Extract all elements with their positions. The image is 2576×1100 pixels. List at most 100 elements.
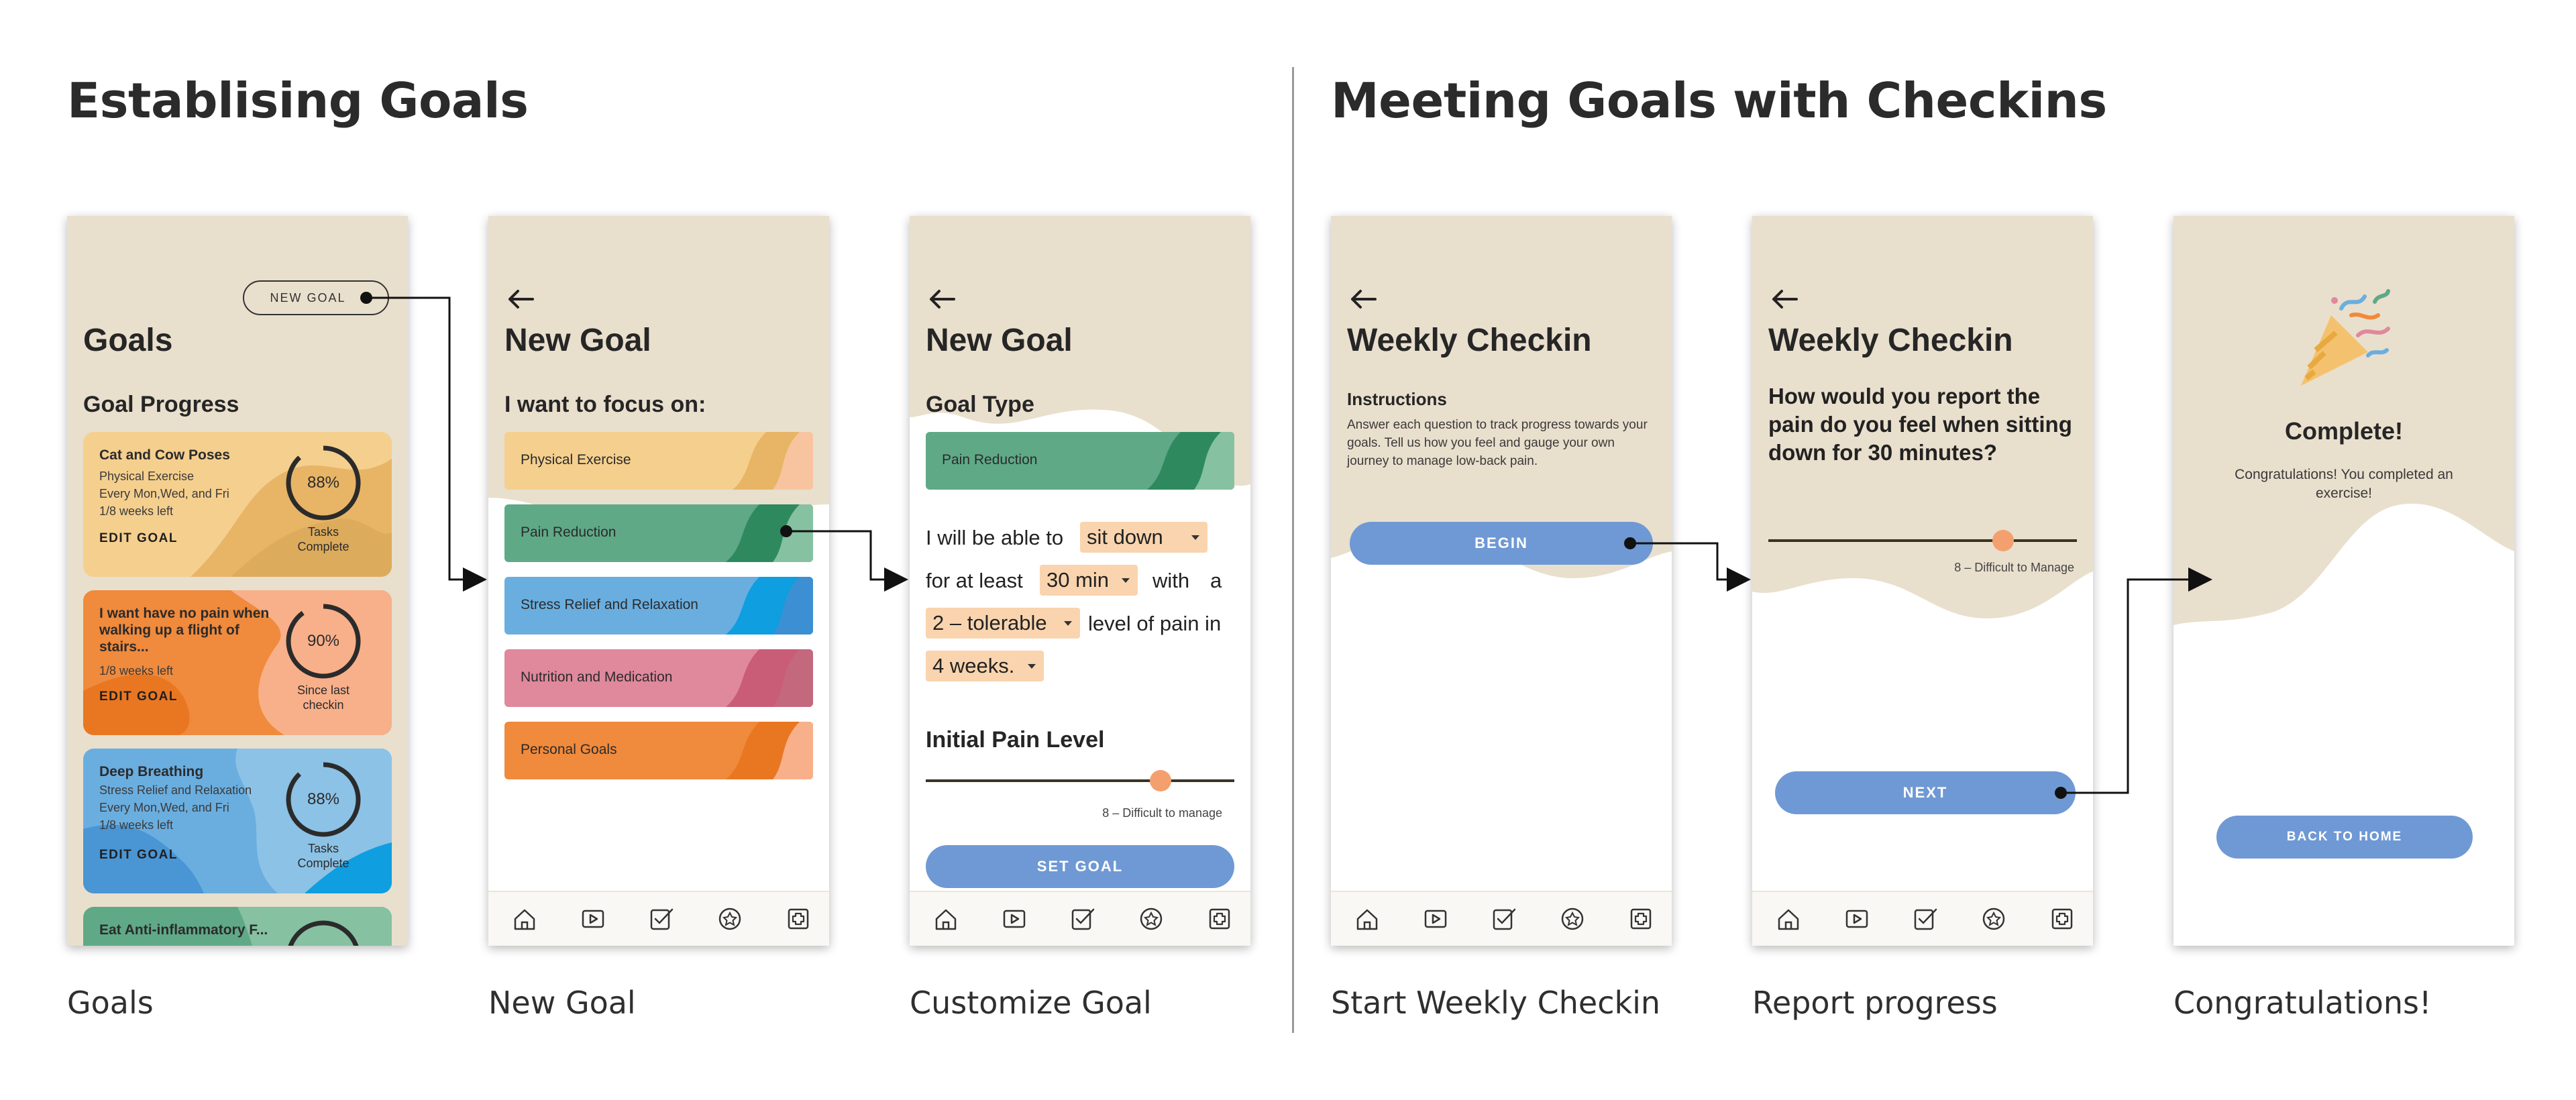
category-decoration xyxy=(726,577,813,635)
progress-label: Since last checkin xyxy=(297,683,350,712)
next-button[interactable]: NEXT xyxy=(1775,771,2076,814)
back-to-home-button[interactable]: BACK TO HOME xyxy=(2216,816,2473,859)
home-icon[interactable] xyxy=(1774,904,1803,934)
medical-plus-icon[interactable] xyxy=(1626,904,1656,934)
goal-card-title: I want have no pain when walking up a fl… xyxy=(99,606,270,655)
party-popper-icon xyxy=(2301,289,2390,386)
focus-prompt: I want to focus on: xyxy=(504,392,706,417)
customize-goal-screen: New Goal Goal Type Pain Reduction I will… xyxy=(910,216,1250,946)
report-slider-knob[interactable] xyxy=(1992,530,2014,551)
sentence-part: a xyxy=(1210,569,1222,592)
congratulations-screen: Complete! Congratulations! You completed… xyxy=(2174,216,2514,946)
star-icon[interactable] xyxy=(1558,904,1587,934)
goal-card-weeks-left: 1/8 weeks left xyxy=(99,818,174,832)
category-decoration xyxy=(1147,432,1234,490)
back-arrow-icon[interactable] xyxy=(927,284,957,314)
home-icon[interactable] xyxy=(931,904,961,934)
new-goal-button[interactable]: NEW GOAL xyxy=(243,280,389,315)
instructions-heading: Instructions xyxy=(1347,389,1447,409)
checklist-icon[interactable] xyxy=(1489,904,1519,934)
home-icon[interactable] xyxy=(1352,904,1382,934)
star-icon[interactable] xyxy=(1136,904,1166,934)
begin-button[interactable]: BEGIN xyxy=(1350,522,1653,565)
home-icon[interactable] xyxy=(510,904,539,934)
caption-start-checkin: Start Weekly Checkin xyxy=(1331,985,1661,1021)
pain-slider-track[interactable] xyxy=(926,779,1234,782)
section-title-meeting-goals: Meeting Goals with Checkins xyxy=(1331,72,2107,129)
initial-pain-label: Initial Pain Level xyxy=(926,727,1105,753)
star-icon[interactable] xyxy=(1979,904,2008,934)
page-title: New Goal xyxy=(504,323,651,358)
new-goal-screen: New Goal I want to focus on: Physical Ex… xyxy=(488,216,829,946)
category-decoration xyxy=(726,649,813,707)
sentence-part: level of pain in xyxy=(1088,612,1222,635)
goal-card-schedule: Every Mon,Wed, and Fri xyxy=(99,801,229,814)
goal-card-weeks-left: 1/8 weeks left xyxy=(99,664,174,677)
section-divider xyxy=(1292,67,1294,1033)
section-title-establishing-goals: Establising Goals xyxy=(67,72,529,129)
checklist-icon[interactable] xyxy=(1911,904,1940,934)
congrats-message: Congratulations! You completed an exerci… xyxy=(2235,467,2453,501)
progress-label: Tasks Complete xyxy=(297,525,350,553)
selected-goal-type: Pain Reduction xyxy=(926,432,1234,490)
report-progress-screen: Weekly Checkin How would you report the … xyxy=(1752,216,2093,946)
caption-report-progress: Report progress xyxy=(1752,985,1998,1021)
goals-screen: NEW GOAL Goals Goal Progress Cat and Cow… xyxy=(67,216,408,946)
medical-plus-icon[interactable] xyxy=(784,904,813,934)
page-title: Weekly Checkin xyxy=(1347,323,1592,358)
caption-goals: Goals xyxy=(67,985,154,1021)
page-title: Goals xyxy=(83,323,173,358)
category-nutrition[interactable]: Nutrition and Medication xyxy=(504,649,813,707)
video-icon[interactable] xyxy=(578,904,608,934)
caption-new-goal: New Goal xyxy=(488,985,636,1021)
report-slider-track[interactable] xyxy=(1768,539,2077,542)
edit-goal-link[interactable]: EDIT GOAL xyxy=(99,531,178,546)
category-label: Nutrition and Medication xyxy=(521,669,673,685)
medical-plus-icon[interactable] xyxy=(2047,904,2077,934)
goal-card-stairs[interactable]: I want have no pain when walking up a fl… xyxy=(83,590,392,735)
goal-card-title: Cat and Cow Poses xyxy=(99,447,230,463)
checklist-icon[interactable] xyxy=(647,904,676,934)
duration-select[interactable]: 30 min xyxy=(1040,565,1138,596)
back-arrow-icon[interactable] xyxy=(506,284,535,314)
video-icon[interactable] xyxy=(1000,904,1029,934)
progress-percent: 88% xyxy=(307,790,340,808)
back-arrow-icon[interactable] xyxy=(1770,284,1799,314)
edit-goal-link[interactable]: EDIT GOAL xyxy=(99,690,178,704)
category-physical-exercise[interactable]: Physical Exercise xyxy=(504,432,813,490)
start-checkin-screen: Weekly Checkin Instructions Answer each … xyxy=(1331,216,1672,946)
progress-label: Tasks Complete xyxy=(297,842,350,870)
complete-heading: Complete! xyxy=(2284,417,2403,445)
video-icon[interactable] xyxy=(1421,904,1450,934)
back-arrow-icon[interactable] xyxy=(1348,284,1378,314)
star-icon[interactable] xyxy=(715,904,745,934)
sentence-part: with xyxy=(1152,569,1190,592)
goal-card-title: Eat Anti-inflammatory F... xyxy=(99,922,268,938)
edit-goal-link[interactable]: EDIT GOAL xyxy=(99,848,178,863)
checklist-icon[interactable] xyxy=(1068,904,1097,934)
new-goal-button-label: NEW GOAL xyxy=(270,291,346,305)
caption-customize-goal: Customize Goal xyxy=(910,985,1152,1021)
progress-percent: 88% xyxy=(307,474,340,492)
goal-card-anti-inflammatory[interactable]: Eat Anti-inflammatory F... xyxy=(83,907,392,946)
category-stress-relief[interactable]: Stress Relief and Relaxation xyxy=(504,577,813,635)
category-label: Stress Relief and Relaxation xyxy=(521,597,698,612)
page-title: New Goal xyxy=(926,323,1073,358)
activity-select[interactable]: sit down xyxy=(1080,522,1208,553)
pain-level-select[interactable]: 2 – tolerable xyxy=(926,608,1080,639)
weeks-select[interactable]: 4 weeks. xyxy=(926,651,1044,681)
page-title: Weekly Checkin xyxy=(1768,323,2013,358)
category-personal-goals[interactable]: Personal Goals xyxy=(504,722,813,779)
category-pain-reduction[interactable]: Pain Reduction xyxy=(504,504,813,562)
pain-slider-knob[interactable] xyxy=(1149,770,1171,791)
medical-plus-icon[interactable] xyxy=(1205,904,1234,934)
goal-card-category: Physical Exercise xyxy=(99,470,195,483)
goal-card-deep-breathing[interactable]: Deep Breathing Stress Relief and Relaxat… xyxy=(83,749,392,893)
goal-card-weeks-left: 1/8 weeks left xyxy=(99,504,174,518)
video-icon[interactable] xyxy=(1842,904,1872,934)
category-label: Personal Goals xyxy=(521,742,617,757)
instructions-text: Answer each question to track progress t… xyxy=(1347,418,1648,468)
goal-card-cat-cow[interactable]: Cat and Cow Poses Physical Exercise Ever… xyxy=(83,432,392,577)
caption-congratulations: Congratulations! xyxy=(2174,985,2432,1021)
set-goal-button[interactable]: SET GOAL xyxy=(926,845,1234,888)
